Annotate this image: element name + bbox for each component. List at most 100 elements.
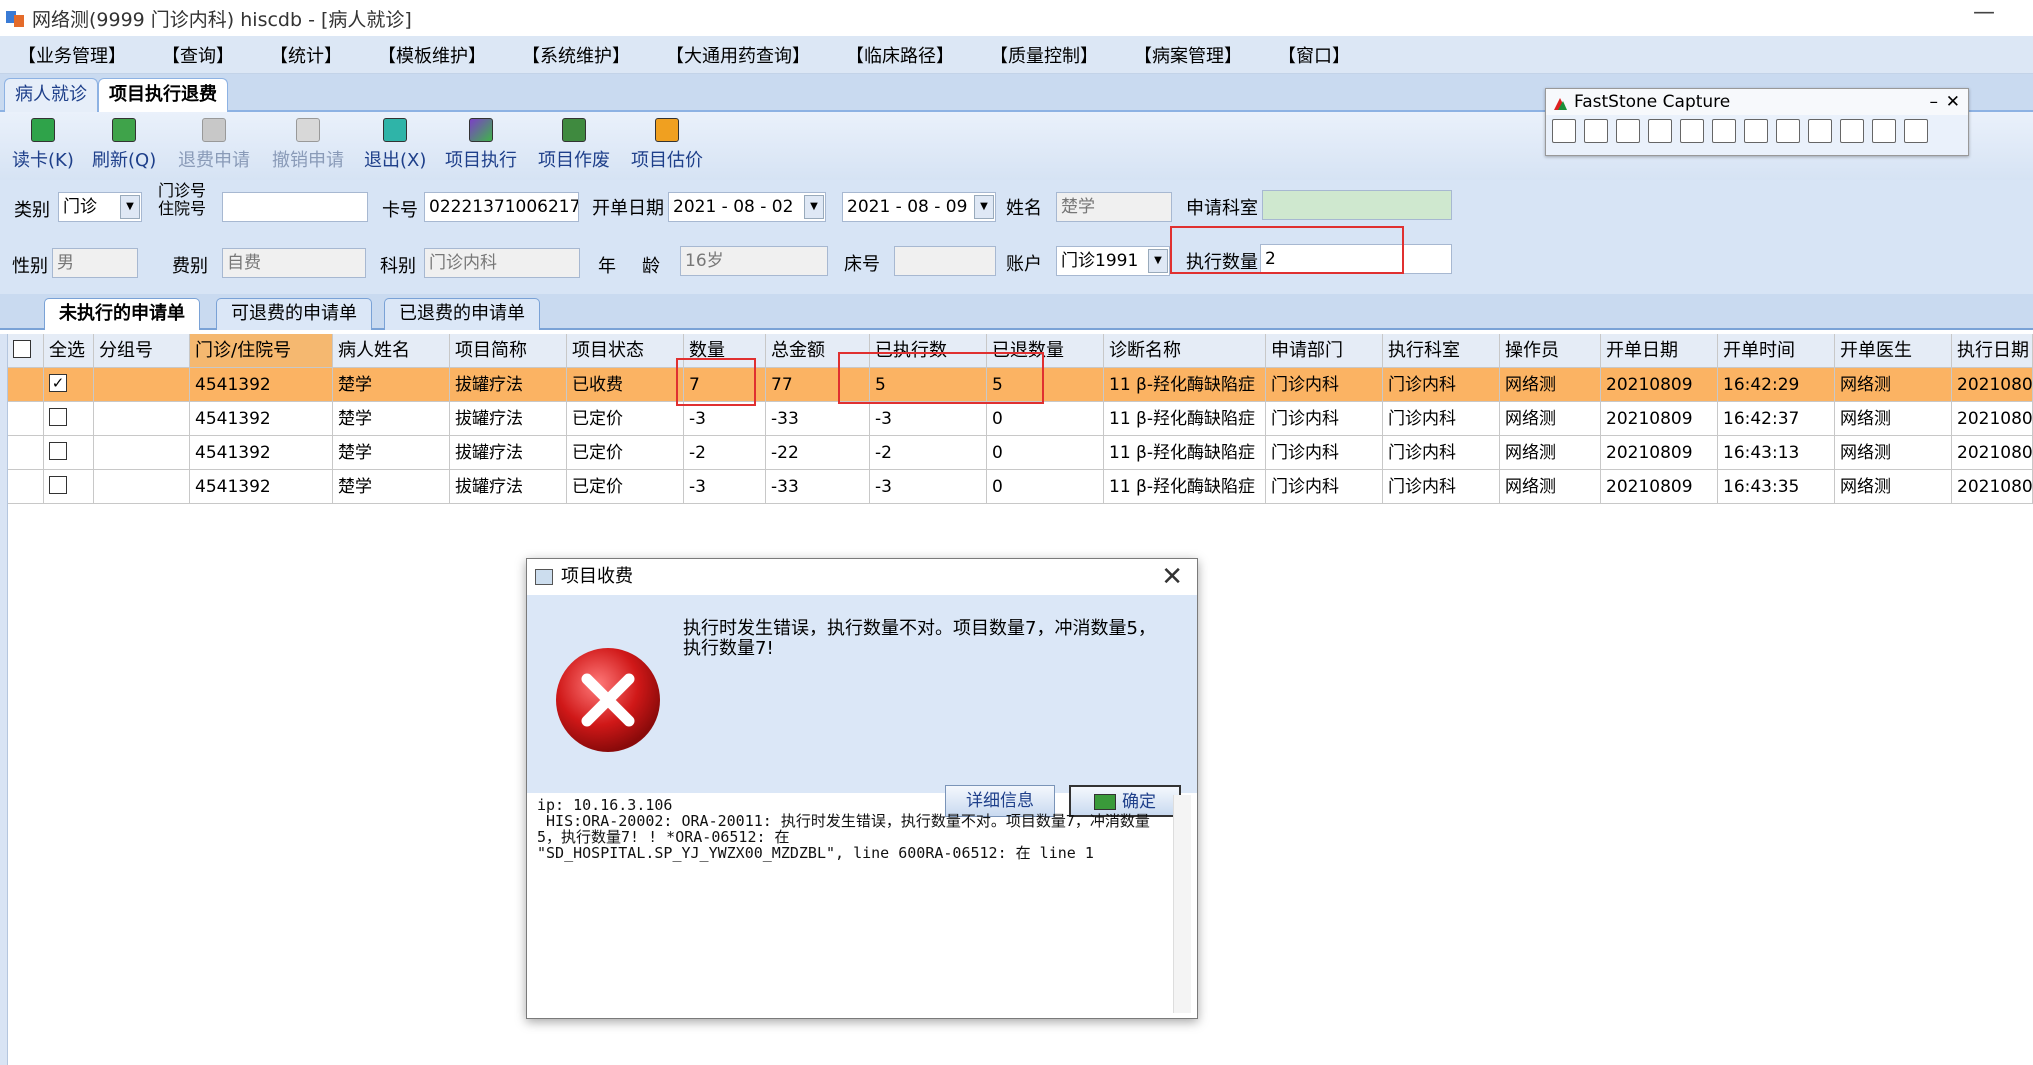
menu-bar: 【业务管理】 【查询】 【统计】 【模板维护】 【系统维护】 【大通用药查询】 … — [0, 36, 2033, 74]
table-row[interactable]: 4541392 楚学 拔罐疗法 已定价 -3 -33 -3 0 11 β-羟化酶缺陷症 门诊内科门… — [8, 470, 2033, 504]
dialog-close-button[interactable]: ✕ — [1161, 563, 1183, 591]
faststone-capture-toolbar: FastStone Capture – ✕ — [1545, 88, 1969, 156]
cell-diag: 11 β-羟化酶缺陷症 — [1104, 402, 1266, 436]
refresh-button[interactable]: 刷新(Q) — [92, 118, 156, 172]
exit-icon — [383, 118, 408, 142]
output-options-icon[interactable] — [1872, 119, 1896, 143]
category-value: 门诊 — [63, 197, 97, 217]
menu-system[interactable]: 【系统维护】 — [522, 42, 630, 68]
menu-query[interactable]: 【查询】 — [162, 42, 234, 68]
account-select[interactable]: 门诊1991 ▼ — [1056, 246, 1170, 276]
order-date-label: 开单日期 — [592, 198, 664, 219]
minimize-button[interactable]: — — [1973, 2, 1995, 26]
menu-business[interactable]: 【业务管理】 — [18, 42, 126, 68]
col-header[interactable]: 开单时间 — [1718, 334, 1835, 368]
exit-button[interactable]: 退出(X) — [364, 118, 426, 172]
tab-unexecuted[interactable]: 未执行的申请单 — [44, 298, 200, 330]
menu-records[interactable]: 【病案管理】 — [1134, 42, 1242, 68]
col-select-all-checkbox[interactable] — [8, 334, 44, 368]
menu-quality[interactable]: 【质量控制】 — [990, 42, 1098, 68]
capture-fullscreen-icon[interactable] — [1712, 119, 1736, 143]
execute-item-button[interactable]: 项目执行 — [445, 118, 517, 172]
error-log-text[interactable]: ip: 10.16.3.106 HIS:ORA-20002: ORA-20011… — [533, 793, 1173, 1013]
tab-patient-visit[interactable]: 病人就诊 — [4, 78, 98, 112]
col-header[interactable]: 操作员 — [1500, 334, 1601, 368]
menu-window[interactable]: 【窗口】 — [1278, 42, 1350, 68]
faststone-close-button[interactable]: ✕ — [1946, 89, 1960, 115]
faststone-title: FastStone Capture — [1574, 92, 1731, 112]
row-checkbox[interactable]: ✓ — [49, 374, 67, 392]
visit-no-input[interactable] — [222, 192, 368, 222]
cell-name: 楚学 — [333, 368, 450, 402]
tab-refunded[interactable]: 已退费的申请单 — [384, 298, 540, 330]
row-checkbox[interactable] — [49, 476, 67, 494]
read-card-button[interactable]: 读卡(K) — [12, 118, 74, 172]
col-header[interactable]: 项目状态 — [567, 334, 684, 368]
col-header[interactable]: 执行科室 — [1383, 334, 1500, 368]
col-header[interactable]: 执行日期 — [1952, 334, 2033, 368]
col-header[interactable]: 开单日期 — [1601, 334, 1718, 368]
row-checkbox-cell[interactable] — [44, 402, 94, 436]
row-checkbox-cell[interactable] — [44, 470, 94, 504]
header-checkbox[interactable] — [13, 340, 31, 358]
tab-refundable[interactable]: 可退费的申请单 — [216, 298, 372, 330]
sub-tab-strip: 未执行的申请单 可退费的申请单 已退费的申请单 — [0, 294, 2033, 330]
tab-item-execution-refund[interactable]: 项目执行退费 — [98, 78, 228, 112]
screen-recorder-icon[interactable] — [1808, 119, 1832, 143]
chevron-down-icon[interactable]: ▼ — [120, 195, 140, 219]
col-header[interactable]: 门诊/住院号 — [190, 334, 333, 368]
faststone-minimize-button[interactable]: – — [1930, 89, 1939, 115]
col-header[interactable]: 诊断名称 — [1104, 334, 1266, 368]
chevron-down-icon[interactable]: ▼ — [804, 195, 824, 219]
estimate-icon — [655, 118, 679, 142]
delay-timer-icon[interactable] — [1840, 119, 1864, 143]
cell-doctor: 网络测 — [1835, 470, 1952, 504]
menu-template[interactable]: 【模板维护】 — [378, 42, 486, 68]
cell-op: 网络测 — [1500, 368, 1601, 402]
category-select[interactable]: 门诊 ▼ — [58, 192, 142, 222]
capture-rectangle-icon[interactable] — [1648, 119, 1672, 143]
execute-icon — [469, 118, 493, 142]
capture-scrolling-icon[interactable] — [1744, 119, 1768, 143]
table-row[interactable]: 4541392 楚学 拔罐疗法 已定价 -2 -22 -2 0 11 β-羟化酶缺陷症 门诊内科门… — [8, 436, 2033, 470]
col-header[interactable]: 项目简称 — [450, 334, 567, 368]
row-checkbox-cell[interactable]: ✓ — [44, 368, 94, 402]
visit-no-label: 门诊号 住院号 — [158, 182, 206, 218]
cancel-request-button[interactable]: 撤销申请 — [272, 118, 344, 172]
col-header[interactable]: 申请部门 — [1266, 334, 1383, 368]
menu-drug-query[interactable]: 【大通用药查询】 — [666, 42, 810, 68]
dialog-window-icon — [535, 569, 553, 585]
date-to-picker[interactable]: 2021 - 08 - 09 ▼ — [842, 192, 996, 222]
chevron-down-icon[interactable]: ▼ — [1148, 249, 1168, 273]
refresh-icon — [112, 118, 137, 142]
refund-request-button[interactable]: 退费申请 — [178, 118, 250, 172]
capture-freehand-icon[interactable] — [1680, 119, 1704, 143]
estimate-item-button[interactable]: 项目估价 — [631, 118, 703, 172]
capture-fixed-region-icon[interactable] — [1776, 119, 1800, 143]
menu-stats[interactable]: 【统计】 — [270, 42, 342, 68]
table-row[interactable]: 4541392 楚学 拔罐疗法 已定价 -3 -33 -3 0 11 β-羟化酶缺陷症 门诊内科门… — [8, 402, 2033, 436]
col-header[interactable]: 全选 — [44, 334, 94, 368]
apply-dept-field[interactable] — [1262, 190, 1452, 220]
capture-window-icon[interactable] — [1584, 119, 1608, 143]
cell-executed: -3 — [870, 402, 987, 436]
menu-clinical-path[interactable]: 【临床路径】 — [846, 42, 954, 68]
chevron-down-icon[interactable]: ▼ — [974, 195, 994, 219]
row-checkbox[interactable] — [49, 408, 67, 426]
cell-date: 20210809 — [1601, 470, 1718, 504]
settings-icon[interactable] — [1904, 119, 1928, 143]
card-no-input[interactable]: 0222137100621767 — [424, 192, 579, 222]
cell-group — [94, 470, 190, 504]
cell-date: 20210809 — [1601, 436, 1718, 470]
row-indicator — [8, 470, 44, 504]
col-header[interactable]: 开单医生 — [1835, 334, 1952, 368]
row-checkbox-cell[interactable] — [44, 436, 94, 470]
capture-object-icon[interactable] — [1616, 119, 1640, 143]
date-from-picker[interactable]: 2021 - 08 - 02 ▼ — [668, 192, 826, 222]
void-item-button[interactable]: 项目作废 — [538, 118, 610, 172]
open-file-icon[interactable] — [1552, 119, 1576, 143]
col-header[interactable]: 分组号 — [94, 334, 190, 368]
log-scrollbar[interactable] — [1173, 795, 1191, 1013]
col-header[interactable]: 病人姓名 — [333, 334, 450, 368]
row-checkbox[interactable] — [49, 442, 67, 460]
